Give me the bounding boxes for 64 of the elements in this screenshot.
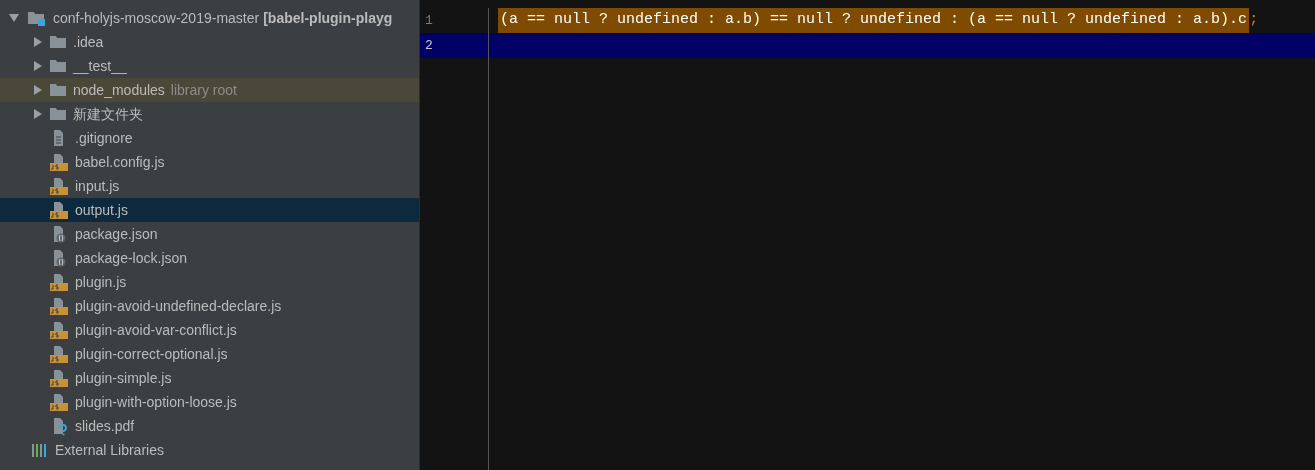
file-name: plugin-avoid-undefined-declare.js [75,296,282,316]
file-name: node_modules [73,80,165,100]
folder-icon [49,34,67,50]
file-name: plugin-avoid-var-conflict.js [75,320,237,340]
js-file-icon [49,176,69,196]
collapsed-arrow-icon[interactable] [33,37,43,47]
js-file-icon [49,320,69,340]
tree-item[interactable]: node_modules library root [0,78,419,102]
folder-icon [27,10,45,26]
expanded-arrow-icon[interactable] [9,13,19,23]
js-file-icon [49,344,69,364]
file-name: package-lock.json [75,248,188,268]
tree-item[interactable]: plugin-correct-optional.js [0,342,419,366]
tree-item[interactable]: conf-holyjs-moscow-2019-master [babel-plugin-playg [0,6,419,30]
file-name: plugin.js [75,272,127,292]
tree-item[interactable]: package-lock.json [0,246,419,270]
js-file-icon [49,296,69,316]
file-name: .gitignore [75,128,133,148]
tree-item[interactable]: plugin-simple.js [0,366,419,390]
js-file-icon [49,368,69,388]
tree-item[interactable]: slides.pdf [0,414,419,438]
file-name: plugin-with-option-loose.js [75,392,237,412]
code-text: (a == null ? undefined : a.b) == null ? undefined : (a == null ? undefined : a.b).c [498,8,1250,33]
js-file-icon [49,392,69,412]
file-name: input.js [75,176,120,196]
collapsed-arrow-icon[interactable] [33,85,43,95]
tree-item[interactable]: .idea [0,30,419,54]
file-name: plugin-correct-optional.js [75,344,228,364]
line-number: 2 [424,36,434,55]
tree-item[interactable]: External Libraries [0,438,419,462]
folder-note: library root [170,80,237,100]
file-name: package.json [75,224,158,244]
file-name: output.js [75,200,128,220]
folder-icon [49,58,67,74]
file-name: 新建文件夹 [73,104,143,124]
tree-item[interactable]: package.json [0,222,419,246]
tree-item[interactable]: babel.config.js [0,150,419,174]
file-name: .idea [73,32,104,52]
project-name: conf-holyjs-moscow-2019-master [53,8,260,28]
tree-item[interactable]: plugin-avoid-var-conflict.js [0,318,419,342]
folder-icon [49,106,67,122]
js-file-icon [49,200,69,220]
semicolon: ; [1249,10,1259,31]
file-name: plugin-simple.js [75,368,172,388]
collapsed-arrow-icon[interactable] [33,61,43,71]
tree-item[interactable]: output.js [0,198,419,222]
js-file-icon [49,272,69,292]
tree-item[interactable]: plugin-with-option-loose.js [0,390,419,414]
library-label: External Libraries [55,440,164,460]
file-name: slides.pdf [75,416,135,436]
tree-item[interactable]: plugin.js [0,270,419,294]
library-icon [31,442,49,458]
file-name: __test__ [73,56,127,76]
tree-item[interactable]: .gitignore [0,126,419,150]
js-file-icon [49,152,69,172]
file-name: babel.config.js [75,152,165,172]
tree-item[interactable]: plugin-avoid-undefined-declare.js [0,294,419,318]
module-name: [babel-plugin-playg [263,8,393,28]
tree-item[interactable]: 新建文件夹 [0,102,419,126]
tree-item[interactable]: input.js [0,174,419,198]
line-number: 1 [424,11,434,30]
collapsed-arrow-icon[interactable] [33,109,43,119]
folder-icon [49,82,67,98]
tree-item[interactable]: __test__ [0,54,419,78]
